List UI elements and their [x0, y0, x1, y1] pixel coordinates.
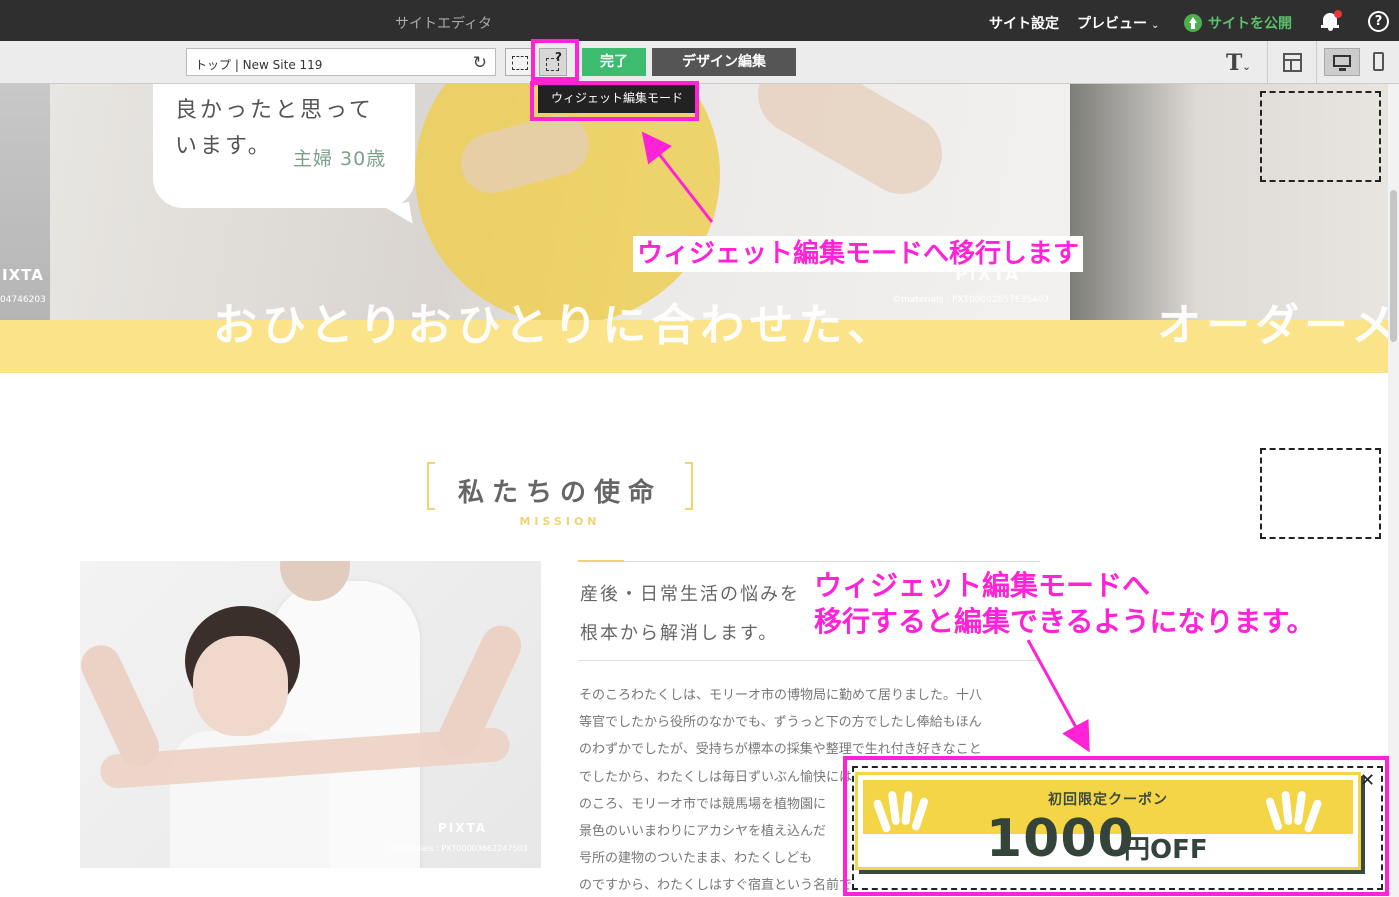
section-title: 私たちの使命	[457, 478, 662, 508]
section-subtitle: MISSION	[519, 515, 601, 528]
notification-dot	[1334, 10, 1342, 18]
pixta-id: 04746203	[0, 295, 46, 305]
pixta-id: ©materials : PXT00003662247503	[388, 844, 528, 853]
editor-title: サイトエディタ	[395, 16, 493, 32]
body-line: 等官でしたから役所のなかでも、ずうっと下の方でしたし俸給もほん	[579, 715, 982, 731]
mission-lead-1: 産後・日常生活の悩みを	[580, 584, 800, 605]
notification-bell-icon[interactable]	[1321, 10, 1342, 31]
text-style-button[interactable]: T⌄	[1226, 50, 1251, 76]
hero-headline-next: オーダーメ	[1157, 300, 1388, 351]
site-settings-link[interactable]: サイト設定	[989, 13, 1059, 33]
annotation-highlight	[531, 39, 579, 81]
widget-placeholder[interactable]	[1260, 91, 1381, 182]
body-line: そのころわたくしは、モリーオ市の博物局に勤めて居りました。十八	[579, 688, 983, 703]
pixta-watermark: IXTA	[2, 266, 44, 284]
divider	[1267, 41, 1268, 84]
speech-bubble: 良かったと思って います。 主婦 30歳	[153, 84, 415, 208]
mobile-view-button[interactable]	[1365, 48, 1393, 76]
chevron-down-icon: ⌄	[1151, 20, 1160, 31]
help-icon[interactable]: ?	[1368, 11, 1389, 32]
desktop-icon	[1333, 55, 1351, 67]
pixta-id: ©materials : PXT00002857635403	[892, 295, 1050, 305]
scrollbar-thumb[interactable]	[1390, 190, 1397, 342]
divider	[578, 660, 1040, 661]
widget-placeholder[interactable]	[1260, 448, 1381, 539]
page-url-value: トップ | New Site 119	[195, 58, 323, 72]
preview-label: プレビュー	[1077, 16, 1147, 32]
editor-topbar: サイトエディタ サイト設定 プレビュー ⌄ サイトを公開 ?	[0, 0, 1399, 41]
section-title-box: 私たちの使命	[427, 462, 693, 510]
speech-line-2: います。	[175, 134, 273, 159]
hero-slide-prev	[0, 84, 50, 320]
hero-hand	[743, 84, 957, 209]
annotation-note-2: ウィジェット編集モードへ 移行すると編集できるようになります。	[814, 568, 1315, 640]
mission-photo: PIXTA ©materials : PXT00003662247503	[80, 561, 541, 868]
divider	[1316, 41, 1317, 84]
mission-lead-2: 根本から解消します。	[580, 623, 779, 644]
annotation-note-2-line-1: ウィジェット編集モードへ	[814, 569, 1151, 602]
done-button[interactable]: 完了	[582, 48, 646, 76]
editor-toolbar: トップ | New Site 119 ↻ ? 完了 デザイン編集 T⌄	[0, 41, 1399, 84]
design-edit-button[interactable]: デザイン編集	[652, 48, 796, 76]
select-mode-button[interactable]	[505, 48, 533, 76]
desktop-view-button[interactable]	[1324, 48, 1360, 76]
speech-line-1: 良かったと思って	[175, 98, 374, 123]
annotation-highlight	[530, 81, 699, 121]
layout-icon[interactable]	[1283, 53, 1302, 72]
speech-author: 主婦 30歳	[293, 148, 387, 170]
preview-menu[interactable]: プレビュー ⌄	[1077, 13, 1159, 33]
divider	[578, 560, 1040, 562]
chevron-down-icon: ⌄	[1242, 62, 1251, 73]
annotation-highlight	[843, 756, 1389, 896]
publish-button[interactable]: サイトを公開	[1184, 13, 1292, 33]
reload-icon[interactable]: ↻	[473, 53, 487, 73]
annotation-note-1: ウィジェット編集モードへ移行します	[633, 236, 1084, 272]
page-url-field[interactable]: トップ | New Site 119 ↻	[186, 48, 496, 76]
hero-slider: 良かったと思って います。 主婦 30歳 IXTA 04746203 PIXTA…	[0, 84, 1388, 373]
smartphone-icon	[1373, 52, 1384, 71]
annotation-note-2-line-2: 移行すると編集できるようになります。	[814, 605, 1315, 638]
upload-icon	[1184, 14, 1202, 32]
hero-headline: おひとりおひとりに合わせた、	[213, 300, 897, 351]
publish-label: サイトを公開	[1208, 16, 1292, 32]
text-tool-icon: T	[1226, 50, 1243, 76]
pixta-watermark: PIXTA	[438, 821, 488, 835]
